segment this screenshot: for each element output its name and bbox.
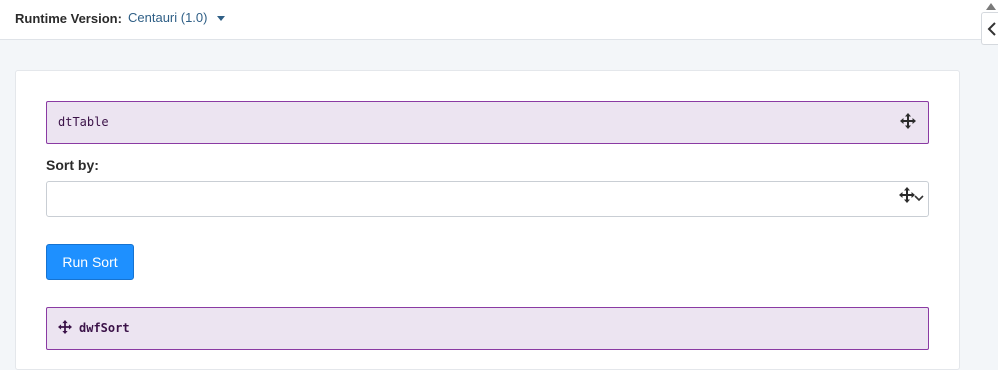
top-bar: Runtime Version: Centauri (1.0) xyxy=(0,0,998,40)
scroll-up-arrow-icon[interactable] xyxy=(986,3,996,10)
chevron-down-icon xyxy=(914,195,924,202)
move-icon[interactable] xyxy=(899,187,915,203)
sort-by-select[interactable] xyxy=(46,181,929,217)
move-icon[interactable] xyxy=(58,320,72,334)
runtime-version-select[interactable]: Centauri (1.0) xyxy=(128,10,226,25)
dwf-sort-component[interactable]: dwfSort xyxy=(46,307,929,350)
chevron-left-icon xyxy=(987,21,996,36)
move-icon[interactable] xyxy=(900,113,916,129)
collapse-panel-button[interactable] xyxy=(981,12,998,45)
dt-table-component[interactable]: dtTable xyxy=(46,101,929,144)
dt-table-label: dtTable xyxy=(58,115,109,129)
caret-down-icon xyxy=(217,16,226,21)
run-sort-button[interactable]: Run Sort xyxy=(46,244,134,280)
runtime-version-value: Centauri (1.0) xyxy=(128,10,208,25)
runtime-version-label: Runtime Version: xyxy=(15,11,122,26)
dwf-sort-label: dwfSort xyxy=(79,321,130,335)
sort-by-label: Sort by: xyxy=(46,157,99,173)
